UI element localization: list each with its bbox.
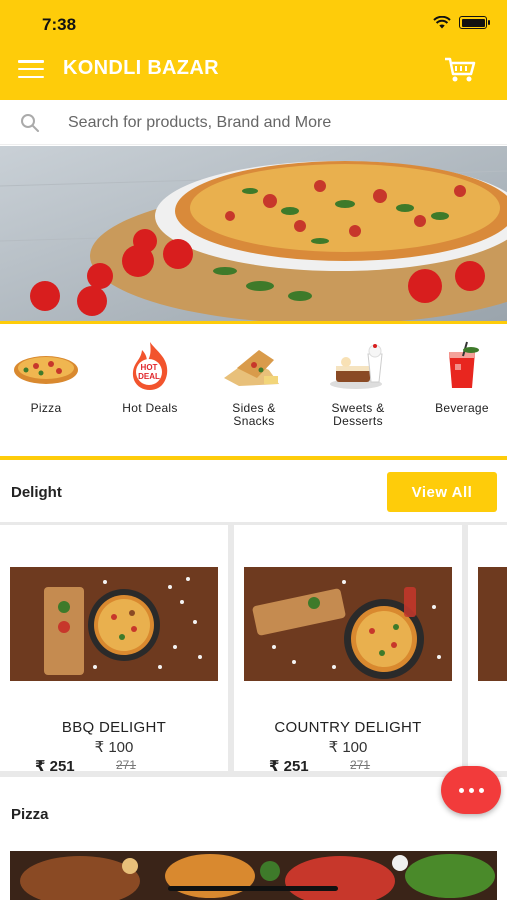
category-label: Sweets & Desserts	[331, 401, 385, 428]
status-icons	[433, 16, 490, 29]
hamburger-menu-icon[interactable]	[18, 60, 44, 78]
banner-image	[0, 146, 507, 321]
view-all-button[interactable]: View All	[387, 472, 497, 512]
search-input[interactable]	[68, 110, 488, 136]
pizza-banner-image[interactable]	[10, 851, 497, 900]
product-mrp: 271	[350, 758, 371, 772]
product-name: BBQ DELIGHT	[61, 719, 167, 736]
category-sides-snacks[interactable]: Sides & Snacks	[208, 340, 300, 428]
product-name: COUNTRY DELIGHT	[274, 719, 422, 736]
app-header: 7:38 KONDLI BAZAR	[0, 0, 507, 100]
wifi-icon	[433, 16, 451, 29]
product-image	[478, 567, 507, 681]
pizza-icon	[14, 356, 78, 384]
hot-deal-badge-line2: DEAL	[138, 372, 160, 381]
category-pizza[interactable]: Pizza	[0, 340, 92, 415]
product-carousel[interactable]: BBQ DELIGHT ₹ 100 ₹ 251 271 COUNTRY DELI…	[0, 522, 507, 777]
category-label: Sides & Snacks	[232, 401, 276, 428]
category-beverage[interactable]: Beverage	[416, 340, 507, 415]
more-options-button[interactable]	[441, 766, 501, 814]
category-label: Pizza	[30, 401, 62, 415]
status-time: 7:38	[42, 15, 77, 34]
home-indicator	[168, 886, 338, 891]
product-price: ₹ 100	[94, 739, 134, 756]
category-label: Beverage	[435, 401, 489, 415]
product-card-partial[interactable]	[468, 525, 507, 771]
product-mrp: 271	[116, 758, 137, 772]
pizza-strip-image	[10, 851, 497, 900]
product-card[interactable]: BBQ DELIGHT ₹ 100 ₹ 251 271	[0, 525, 228, 775]
category-sweets-desserts[interactable]: Sweets & Desserts	[312, 340, 404, 428]
search-bar[interactable]	[0, 100, 507, 145]
product-image	[244, 567, 452, 681]
product-image	[10, 567, 218, 681]
section-title-pizza: Pizza	[11, 806, 49, 823]
beverage-icon	[449, 341, 479, 388]
app-title: KONDLI BAZAR	[63, 57, 219, 79]
sweets-desserts-icon	[330, 344, 383, 389]
section-title-delight: Delight	[11, 484, 62, 501]
category-label: Hot Deals	[122, 401, 178, 415]
product-sale-price: ₹ 251	[35, 758, 75, 775]
shopping-cart-icon[interactable]	[443, 54, 477, 84]
category-hot-deals[interactable]: HOT DEAL Hot Deals	[104, 340, 196, 415]
product-price: ₹ 100	[328, 739, 368, 756]
product-sale-price: ₹ 251	[269, 758, 309, 775]
category-row: Pizza HOT DEAL Hot Deals Sides & Snacks	[0, 340, 507, 440]
sides-snacks-icon	[224, 350, 279, 386]
hot-deal-icon: HOT DEAL	[132, 342, 168, 390]
section-divider	[0, 456, 507, 460]
product-card[interactable]: COUNTRY DELIGHT ₹ 100 ₹ 251 271	[234, 525, 462, 775]
hot-deal-badge-line1: HOT	[141, 363, 158, 372]
battery-icon	[459, 16, 490, 29]
pizza-banner[interactable]	[0, 146, 507, 324]
search-icon	[21, 114, 39, 132]
